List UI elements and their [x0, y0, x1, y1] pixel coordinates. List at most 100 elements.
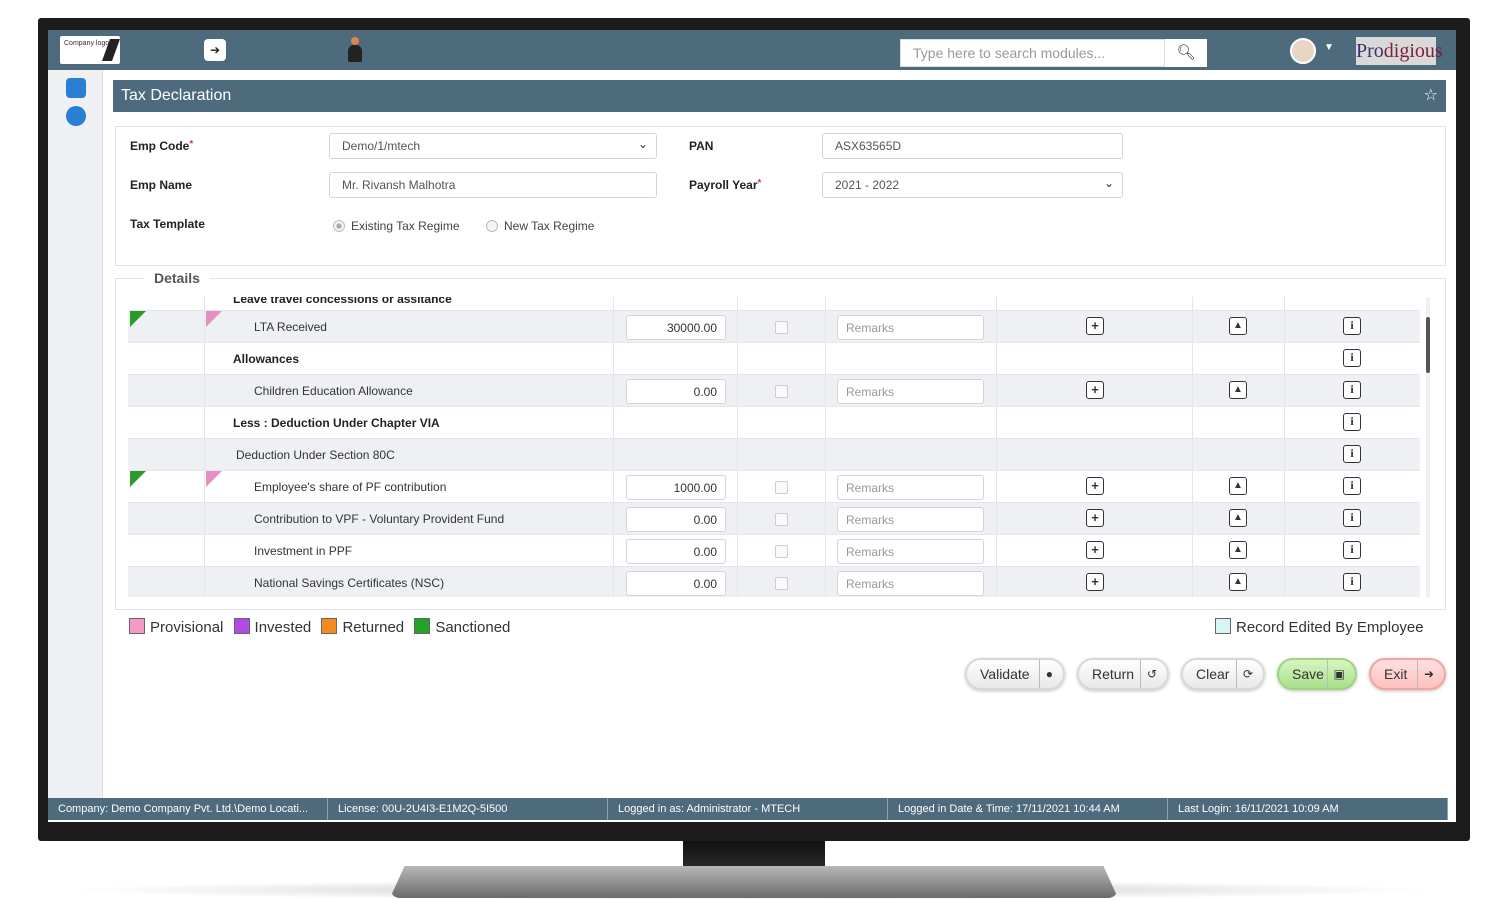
provisional-flag-icon	[206, 311, 222, 327]
payroll-year-select[interactable]: 2021 - 2022 ⌄	[822, 172, 1123, 198]
return-button[interactable]: Return ↺	[1077, 658, 1169, 690]
row-label: Deduction Under Section 80C	[236, 448, 395, 462]
search-icon[interactable]: 🔍︎	[1165, 39, 1207, 67]
assign-person-icon[interactable]: ▲	[1229, 509, 1247, 527]
info-icon[interactable]: i	[1343, 381, 1361, 399]
payroll-year-label: Payroll Year*	[689, 178, 762, 192]
info-icon[interactable]: i	[1343, 413, 1361, 431]
amount-input[interactable]: 0.00	[626, 539, 726, 564]
module-search-input[interactable]: Type here to search modules...	[900, 39, 1165, 67]
info-icon[interactable]: i	[1343, 349, 1361, 367]
assign-person-icon[interactable]: ▲	[1229, 541, 1247, 559]
info-icon[interactable]: i	[1343, 509, 1361, 527]
validate-button[interactable]: Validate ●	[965, 658, 1065, 690]
assign-person-icon[interactable]: ▲	[1229, 381, 1247, 399]
exit-button[interactable]: Exit ➜	[1369, 658, 1446, 690]
radio-unselected-icon	[486, 220, 498, 232]
pan-field[interactable]: ASX63565D	[822, 133, 1123, 159]
people-icon[interactable]	[66, 106, 86, 126]
remarks-input[interactable]: Remarks	[837, 315, 984, 340]
row-label: Less : Deduction Under Chapter VIA	[233, 416, 440, 430]
status-logged-time: Logged in Date & Time: 17/11/2021 10:44 …	[888, 798, 1168, 820]
remarks-input[interactable]: Remarks	[837, 507, 984, 532]
status-license: License: 00U-2U4I3-E1M2Q-5I500	[328, 798, 608, 820]
add-plus-icon[interactable]: +	[1086, 509, 1104, 527]
existing-regime-radio[interactable]: Existing Tax Regime	[333, 219, 460, 233]
row-checkbox[interactable]	[775, 385, 788, 398]
assign-person-icon[interactable]: ▲	[1229, 573, 1247, 591]
table-row: Contribution to VPF - Voluntary Providen…	[128, 503, 1420, 535]
row-checkbox[interactable]	[775, 577, 788, 590]
table-row: LTA Received 30000.00 Remarks + ▲ i	[128, 311, 1420, 343]
add-plus-icon[interactable]: +	[1086, 477, 1104, 495]
amount-input[interactable]: 0.00	[626, 571, 726, 596]
legend-returned: Returned	[321, 618, 404, 636]
table-scrollbar[interactable]	[1426, 297, 1430, 597]
row-label: Investment in PPF	[254, 544, 353, 558]
details-table[interactable]: Leave travel concessions or assitance LT…	[128, 297, 1420, 597]
edited-swatch	[1215, 618, 1231, 634]
info-icon[interactable]: i	[1343, 445, 1361, 463]
menu-toggle-icon[interactable]: ➔	[204, 39, 226, 61]
status-company: Company: Demo Company Pvt. Ltd.\Demo Loc…	[48, 798, 328, 820]
emp-code-label-text: Emp Code	[130, 139, 190, 153]
remarks-input[interactable]: Remarks	[837, 571, 984, 596]
amount-input[interactable]: 0.00	[626, 507, 726, 532]
remarks-input[interactable]: Remarks	[837, 475, 984, 500]
add-plus-icon[interactable]: +	[1086, 317, 1104, 335]
provisional-flag-icon	[206, 471, 222, 487]
row-checkbox[interactable]	[775, 545, 788, 558]
chevron-down-icon[interactable]: ▼	[1324, 42, 1334, 53]
user-avatar[interactable]	[1290, 38, 1316, 64]
legend-sanctioned: Sanctioned	[414, 618, 510, 636]
table-row-partial: Leave travel concessions or assitance	[128, 297, 1420, 311]
sanctioned-flag-icon	[130, 311, 146, 327]
top-bar: Company logo ➔ Type here to search modul…	[48, 30, 1456, 70]
emp-code-value: Demo/1/mtech	[342, 139, 421, 153]
assign-person-icon[interactable]: ▲	[1229, 317, 1247, 335]
dashboard-icon[interactable]	[66, 78, 86, 98]
amount-input[interactable]: 30000.00	[626, 315, 726, 340]
info-icon[interactable]: i	[1343, 573, 1361, 591]
status-legend: Provisional Invested Returned Sanctioned	[129, 618, 516, 636]
emp-name-label: Emp Name	[130, 178, 193, 192]
new-regime-label: New Tax Regime	[504, 219, 595, 233]
sign-out-icon: ➜	[1416, 660, 1434, 688]
row-label: Leave travel concessions or assitance	[233, 297, 452, 306]
amount-input[interactable]: 1000.00	[626, 475, 726, 500]
amount-input[interactable]: 0.00	[626, 379, 726, 404]
info-icon[interactable]: i	[1343, 477, 1361, 495]
exit-button-label: Exit	[1384, 666, 1408, 682]
favorite-star-icon[interactable]: ☆	[1424, 80, 1438, 112]
assign-person-icon[interactable]: ▲	[1229, 477, 1247, 495]
screen: Company logo ➔ Type here to search modul…	[48, 30, 1456, 822]
row-checkbox[interactable]	[775, 481, 788, 494]
info-icon[interactable]: i	[1343, 317, 1361, 335]
scrollbar-thumb[interactable]	[1426, 317, 1430, 373]
provisional-swatch	[129, 618, 145, 634]
page-title-bar: Tax Declaration ☆	[113, 80, 1446, 112]
chevron-down-icon: ⌄	[637, 137, 648, 151]
details-section: Details Leave travel concessions or assi…	[115, 270, 1446, 610]
emp-name-field[interactable]: Mr. Rivansh Malhotra	[329, 172, 657, 198]
remarks-input[interactable]: Remarks	[837, 379, 984, 404]
status-last-login: Last Login: 16/11/2021 10:09 AM	[1168, 798, 1448, 820]
add-plus-icon[interactable]: +	[1086, 573, 1104, 591]
save-button[interactable]: Save ▣	[1277, 658, 1357, 690]
clear-button[interactable]: Clear ⟳	[1181, 658, 1265, 690]
add-plus-icon[interactable]: +	[1086, 541, 1104, 559]
company-logo[interactable]: Company logo	[60, 36, 121, 64]
new-regime-radio[interactable]: New Tax Regime	[486, 219, 594, 233]
add-plus-icon[interactable]: +	[1086, 381, 1104, 399]
save-button-label: Save	[1292, 666, 1324, 682]
emp-code-select[interactable]: Demo/1/mtech ⌄	[329, 133, 657, 159]
remarks-input[interactable]: Remarks	[837, 539, 984, 564]
user-figure-icon[interactable]	[346, 37, 364, 63]
row-label: LTA Received	[254, 320, 327, 334]
row-checkbox[interactable]	[775, 321, 788, 334]
row-label: Allowances	[233, 352, 300, 366]
row-checkbox[interactable]	[775, 513, 788, 526]
info-icon[interactable]: i	[1343, 541, 1361, 559]
table-row: Employee's share of PF contribution 1000…	[128, 471, 1420, 503]
sanctioned-swatch	[414, 618, 431, 634]
